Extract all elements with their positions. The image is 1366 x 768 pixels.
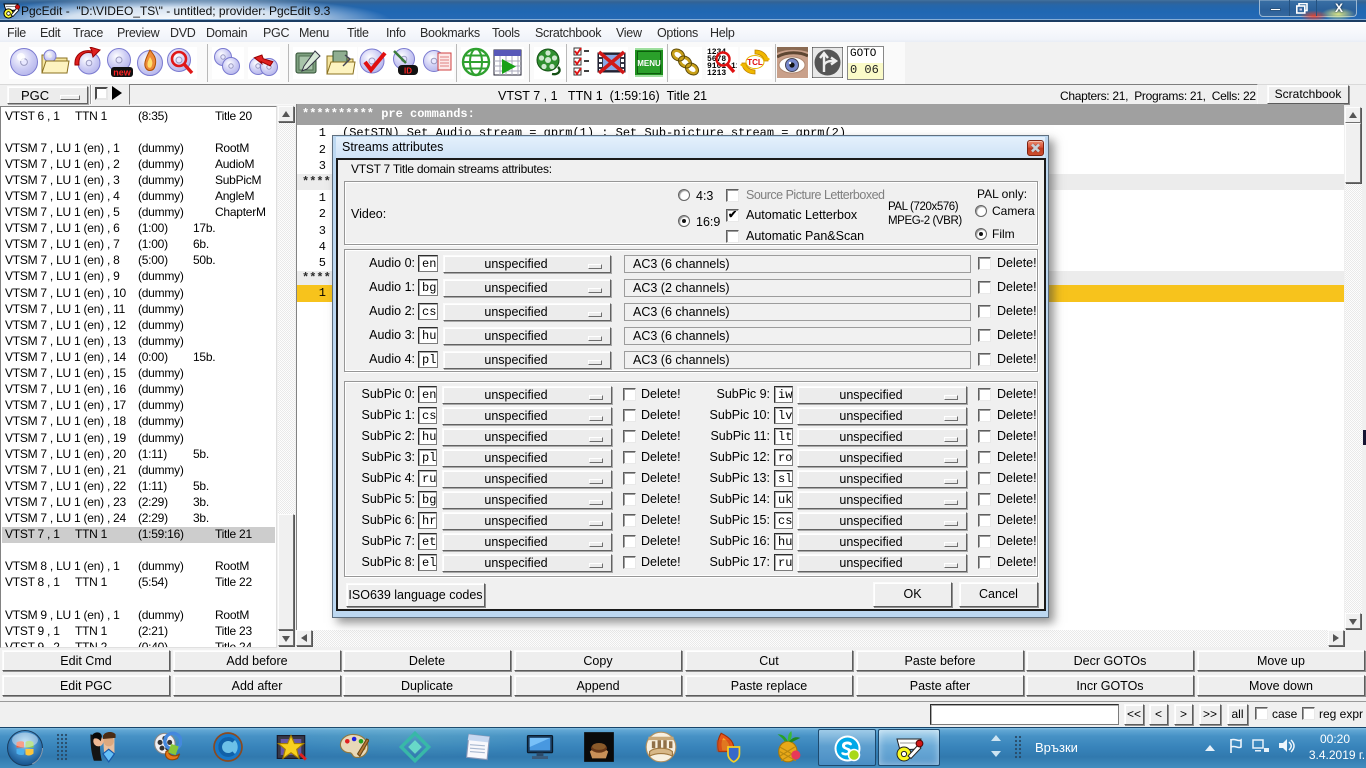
svg-text:ID: ID xyxy=(404,67,412,76)
svg-text:1213: 1213 xyxy=(707,69,726,78)
svg-text:new: new xyxy=(113,68,132,78)
svg-text:MENU: MENU xyxy=(637,59,661,68)
svg-text:TCL: TCL xyxy=(747,58,763,67)
